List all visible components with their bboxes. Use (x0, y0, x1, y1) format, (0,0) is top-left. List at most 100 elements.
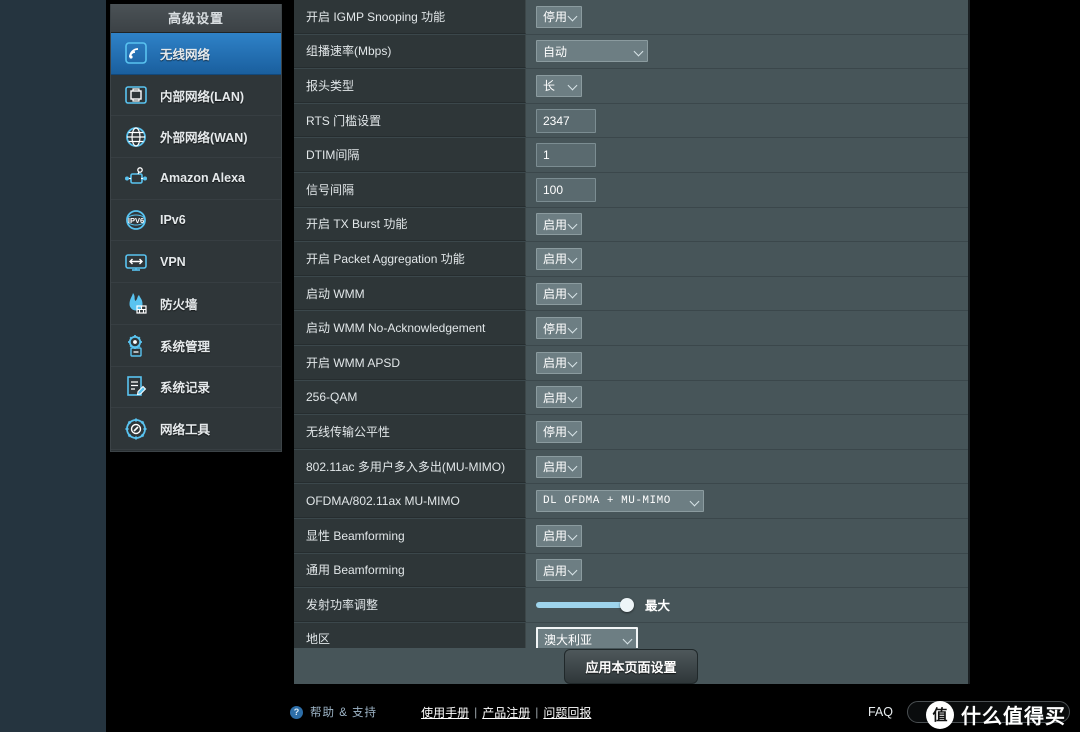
setting-label: 802.11ac 多用户多入多出(MU-MIMO) (294, 449, 526, 484)
sidebar-item-2[interactable]: 内部网络(LAN) (111, 74, 281, 117)
setting-control-cell: 1 (526, 138, 968, 172)
setting-dropdown[interactable]: 启用 (536, 386, 582, 409)
dropdown-value: 停用 (543, 425, 568, 440)
dropdown-value: 启用 (543, 529, 568, 544)
setting-row: OFDMA/802.11ax MU-MIMO DL OFDMA + MU-MIM… (294, 484, 968, 519)
lan-port-icon (123, 82, 149, 108)
question-mark-icon: ? (290, 705, 303, 719)
setting-control-cell: 停用 (526, 415, 968, 449)
faq-label[interactable]: FAQ (868, 705, 893, 719)
watermark-text: 什么值得买 (961, 706, 1066, 728)
sidebar-item-7[interactable]: 防火墙 (111, 283, 281, 325)
sidebar-item-label: 网络工具 (160, 423, 211, 438)
tx-power-slider[interactable] (536, 596, 636, 614)
setting-control-cell: 停用 (526, 311, 968, 345)
setting-dropdown[interactable]: 启用 (536, 213, 582, 236)
setting-control-cell: 最大 (526, 588, 968, 622)
network-tools-icon (123, 416, 149, 442)
apply-settings-button[interactable]: 应用本页面设置 (564, 648, 698, 684)
setting-row: 开启 Packet Aggregation 功能 启用 (294, 242, 968, 277)
setting-control-cell: 启用 (526, 277, 968, 311)
chevron-down-icon (568, 289, 577, 298)
dropdown-value: 澳大利亚 (544, 632, 593, 647)
chevron-down-icon (568, 324, 577, 333)
dropdown-value: 启用 (543, 460, 568, 475)
dropdown-value: 停用 (543, 321, 568, 336)
setting-dropdown[interactable]: 启用 (536, 524, 582, 547)
chevron-down-icon (568, 358, 577, 367)
setting-dropdown[interactable]: 启用 (536, 559, 582, 582)
sidebar-item-6[interactable]: VPN (111, 241, 281, 284)
footer-link-2[interactable]: 产品注册 (482, 704, 530, 721)
setting-dropdown[interactable]: 长 (536, 74, 582, 97)
sidebar-item-10[interactable]: 网络工具 (111, 408, 281, 450)
footer-link-3[interactable]: 问题回报 (543, 704, 591, 721)
setting-label: DTIM间隔 (294, 138, 526, 172)
help-label: 帮助 & 支持 (310, 707, 378, 719)
sidebar-item-3[interactable]: 外部网络(WAN) (111, 116, 281, 159)
sidebar-item-5[interactable]: IPV6 IPv6 (111, 199, 281, 242)
chevron-down-icon (568, 462, 577, 471)
setting-dropdown[interactable]: 停用 (536, 5, 582, 28)
setting-label: 开启 IGMP Snooping 功能 (294, 0, 526, 34)
chevron-down-icon (634, 47, 643, 56)
dropdown-value: 长 (543, 79, 556, 94)
sidebar-item-1[interactable]: 无线网络 (111, 33, 281, 75)
footer-link-separator: | (535, 705, 539, 719)
sidebar-item-label: 外部网络(WAN) (160, 131, 248, 146)
chevron-down-icon (568, 566, 577, 575)
setting-control-cell: 2347 (526, 104, 968, 138)
sidebar-item-9[interactable]: 系统记录 (111, 366, 281, 409)
setting-dropdown[interactable]: DL OFDMA + MU-MIMO (536, 490, 704, 513)
setting-row: 启动 WMM No-Acknowledgement 停用 (294, 311, 968, 346)
help-and-support-link[interactable]: ? 帮助 & 支持 (290, 704, 377, 720)
sidebar-title: 高级设置 (111, 4, 281, 33)
setting-control-cell: 100 (526, 173, 968, 207)
setting-control-cell: 启用 (526, 346, 968, 380)
footer-link-1[interactable]: 使用手册 (421, 704, 469, 721)
setting-control-cell: 自动 (526, 35, 968, 69)
setting-label: 开启 Packet Aggregation 功能 (294, 242, 526, 276)
setting-row: 发射功率调整 最大 (294, 588, 968, 623)
slider-value-label: 最大 (645, 599, 671, 614)
chevron-down-icon (568, 393, 577, 402)
setting-text-input[interactable]: 1 (536, 143, 596, 168)
vpn-monitor-icon (123, 249, 149, 275)
setting-label: RTS 门槛设置 (294, 103, 526, 138)
dropdown-value: 自动 (543, 44, 568, 59)
sidebar-item-4[interactable]: Amazon Alexa (111, 158, 281, 200)
sidebar-item-list: 无线网络 内部网络(LAN) 外部网络(WAN) Amazon Alexa IP… (111, 33, 281, 450)
setting-text-input[interactable]: 2347 (536, 108, 596, 133)
setting-control-cell: 长 (526, 69, 968, 103)
settings-rows: 开启 IGMP Snooping 功能 停用 组播速率(Mbps) 自动 报头类… (294, 0, 968, 658)
setting-row: 信号间隔 100 (294, 172, 968, 208)
setting-dropdown[interactable]: 启用 (536, 282, 582, 305)
setting-row: 无线传输公平性 停用 (294, 415, 968, 450)
apply-bar: 应用本页面设置 (294, 648, 968, 684)
setting-control-cell: 启用 (526, 208, 968, 242)
setting-text-input[interactable]: 100 (536, 177, 596, 202)
setting-dropdown[interactable]: 停用 (536, 420, 582, 443)
setting-row: 报头类型 长 (294, 69, 968, 104)
wireless-professional-settings-panel: 开启 IGMP Snooping 功能 停用 组播速率(Mbps) 自动 报头类… (294, 0, 970, 684)
setting-row: 开启 TX Burst 功能 启用 (294, 207, 968, 243)
gear-admin-icon (123, 332, 149, 358)
tx-power-slider-group: 最大 (536, 595, 670, 614)
setting-label: 启动 WMM No-Acknowledgement (294, 311, 526, 345)
setting-control-cell: 启用 (526, 519, 968, 553)
sidebar-item-8[interactable]: 系统管理 (111, 324, 281, 367)
advanced-settings-sidebar: 高级设置 无线网络 内部网络(LAN) 外部网络(WAN) Amazon Ale… (110, 4, 282, 452)
setting-dropdown[interactable]: 停用 (536, 317, 582, 340)
setting-control-cell: 停用 (526, 0, 968, 34)
slider-knob[interactable] (620, 597, 634, 612)
setting-dropdown[interactable]: 启用 (536, 455, 582, 478)
setting-dropdown[interactable]: 启用 (536, 247, 582, 270)
setting-dropdown[interactable]: 自动 (536, 40, 648, 63)
alexa-network-icon (123, 165, 149, 191)
setting-label: 无线传输公平性 (294, 415, 526, 449)
chevron-down-icon (690, 497, 699, 506)
setting-control-cell: 启用 (526, 381, 968, 415)
setting-dropdown[interactable]: 启用 (536, 351, 582, 374)
router-admin-screen: 高级设置 无线网络 内部网络(LAN) 外部网络(WAN) Amazon Ale… (0, 0, 1080, 732)
chevron-down-icon (568, 427, 577, 436)
